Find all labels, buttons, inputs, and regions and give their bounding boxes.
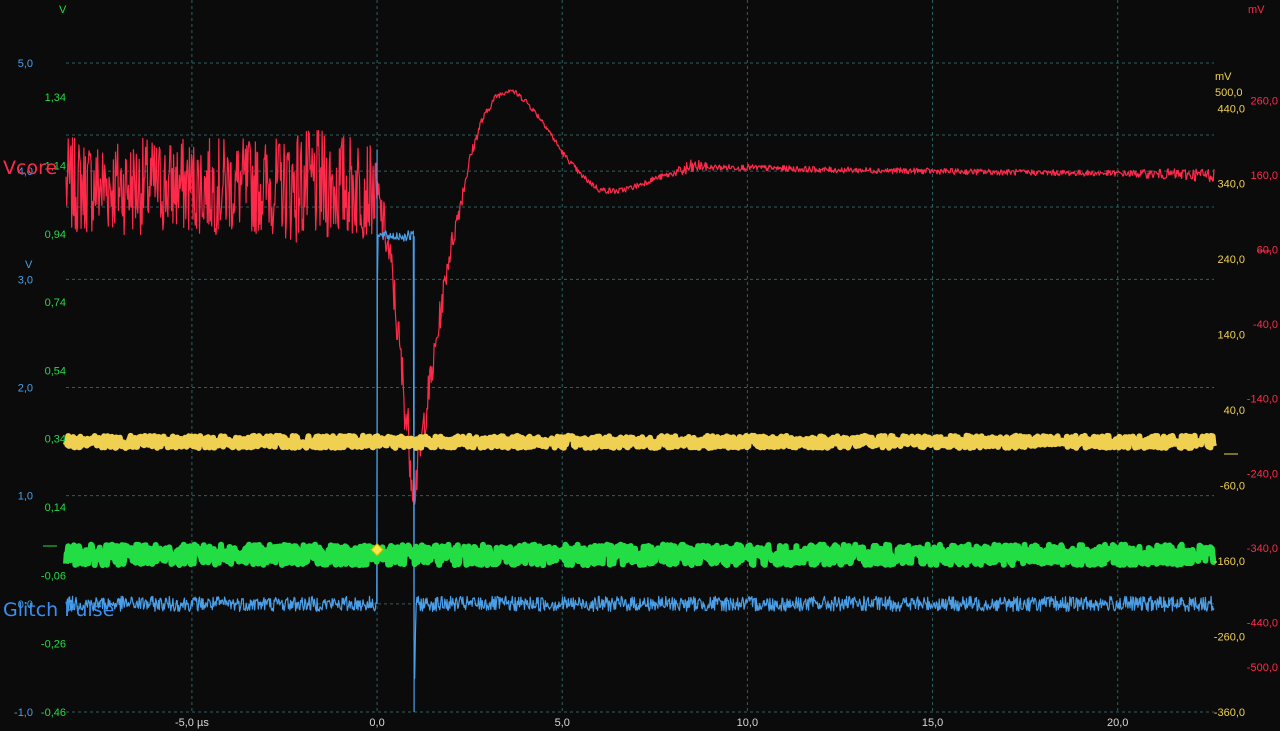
green-y-tick-label: -0,26 — [41, 639, 66, 651]
green-y-tick-label: 0,74 — [45, 297, 66, 309]
green-y-tick-label: 1,34 — [45, 92, 66, 104]
red-y-tick-label: -340,0 — [1247, 543, 1278, 555]
yellow-y-tick-label: 240,0 — [1217, 254, 1245, 266]
green-axis-unit: V — [59, 4, 67, 16]
yellow-axis-top-label: 500,0 — [1215, 87, 1243, 99]
x-tick-label: 20,0 — [1107, 717, 1128, 729]
yellow-axis-unit: mV — [1215, 71, 1232, 83]
blue-y-tick-label: 3,0 — [18, 274, 33, 286]
red-y-tick-label: -440,0 — [1247, 617, 1278, 629]
red-y-tick-label: -240,0 — [1247, 468, 1278, 480]
yellow-y-tick-label: 440,0 — [1217, 103, 1245, 115]
red-y-tick-label: 160,0 — [1250, 170, 1278, 182]
red-y-tick-label: -500,0 — [1247, 662, 1278, 674]
blue-y-tick-label: -1,0 — [14, 707, 33, 719]
blue-axis-unit: V — [25, 259, 33, 271]
yellow-y-tick-label: -260,0 — [1214, 632, 1245, 644]
x-tick-label: 0,0 — [369, 717, 384, 729]
yellow-y-tick-label: 140,0 — [1217, 330, 1245, 342]
yellow-y-tick-label: 340,0 — [1217, 179, 1245, 191]
green-y-tick-label: 0,14 — [45, 502, 66, 514]
red-y-tick-label: 60,0 — [1257, 244, 1278, 256]
green-y-tick-label: 0,94 — [45, 229, 66, 241]
red-y-tick-label: -140,0 — [1247, 394, 1278, 406]
green-y-tick-label: 0,54 — [45, 365, 66, 377]
trace-yellow_mv — [63, 432, 1217, 451]
x-tick-label: 10,0 — [737, 717, 758, 729]
x-tick-label: 15,0 — [922, 717, 943, 729]
red-axis-unit: mV — [1248, 4, 1265, 16]
blue-y-tick-label: 1,0 — [18, 491, 33, 503]
red-y-tick-label: -40,0 — [1253, 319, 1278, 331]
green-y-tick-label: 0,34 — [45, 434, 66, 446]
yellow-y-tick-label: -60,0 — [1220, 481, 1245, 493]
yellow-y-tick-label: -160,0 — [1214, 556, 1245, 568]
red-y-tick-label: 260,0 — [1250, 95, 1278, 107]
yellow-y-tick-label: -360,0 — [1214, 707, 1245, 719]
blue-y-tick-label: 5,0 — [18, 58, 33, 70]
x-tick-label: -5,0 µs — [175, 717, 209, 729]
green-y-tick-label: -0,06 — [41, 570, 66, 582]
yellow-y-tick-label: 40,0 — [1224, 405, 1245, 417]
vcore-label: Vcore — [3, 157, 57, 179]
glitch-pulse-label: Glitch Pulse — [3, 599, 114, 621]
x-tick-label: 5,0 — [555, 717, 570, 729]
green-y-tick-label: -0,46 — [41, 707, 66, 719]
oscilloscope-chart: -5,0 µs 0,0 5,0 10,0 15,0 20,05,04,03,02,01,0… — [0, 0, 1280, 731]
blue-y-tick-label: 2,0 — [18, 383, 33, 395]
